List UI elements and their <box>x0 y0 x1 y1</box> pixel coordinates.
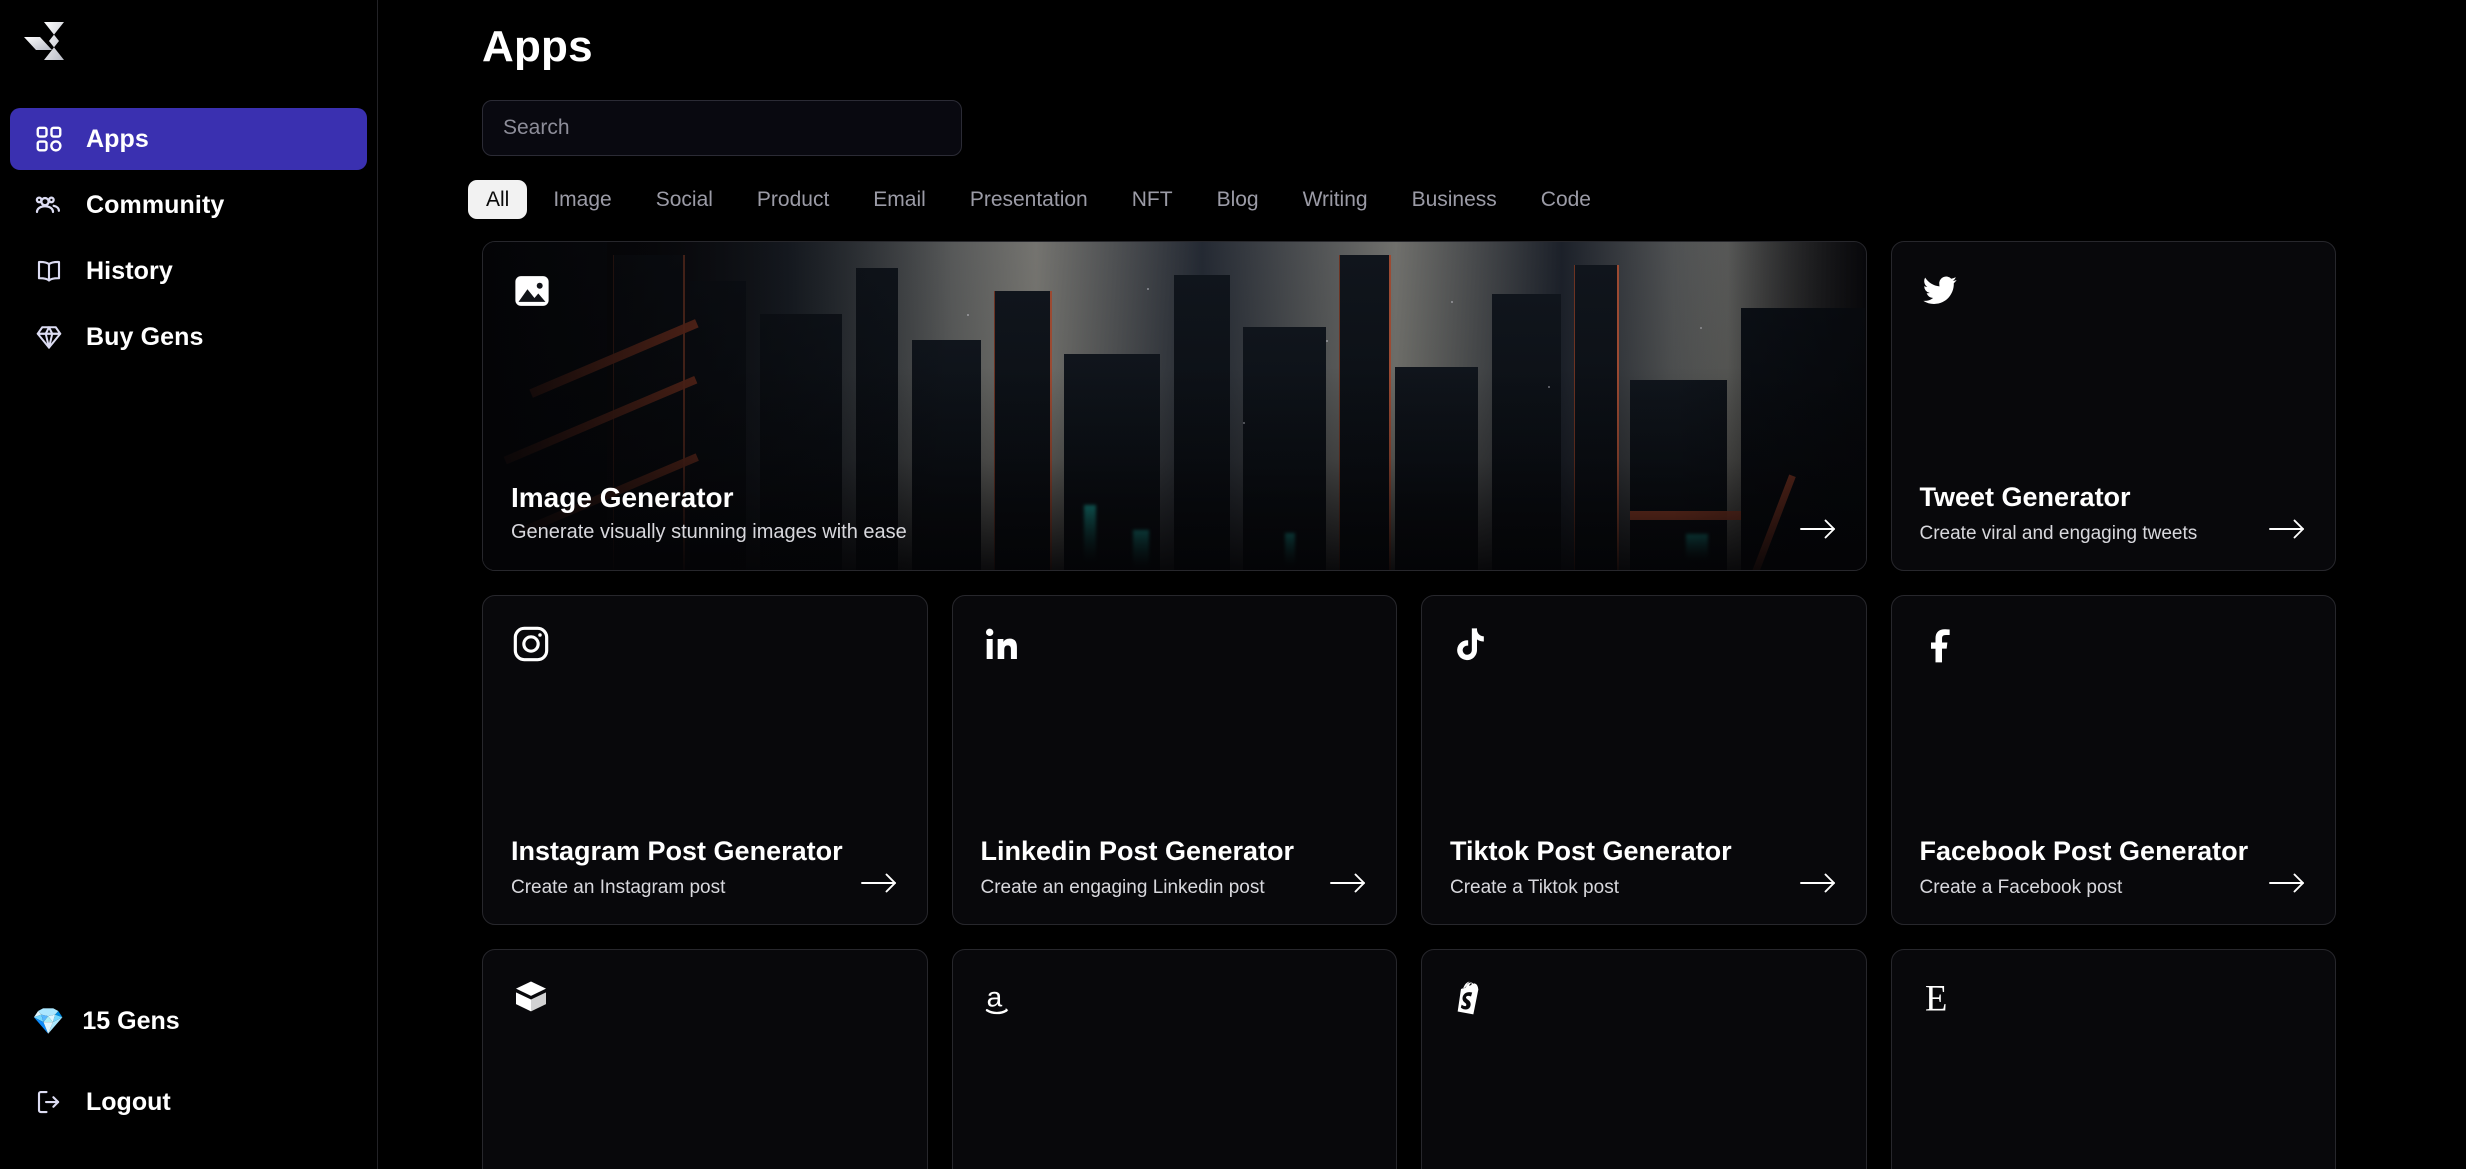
app-card-product-description-generator[interactable]: Product Description Generator <box>482 949 928 1169</box>
gem-icon: 💎 <box>32 1006 65 1036</box>
card-description: Create an Instagram post <box>511 876 726 898</box>
grid-icon <box>32 122 66 156</box>
logo-icon <box>24 22 64 60</box>
card-description: Create an engaging Linkedin post <box>980 876 1265 898</box>
facebook-icon <box>1920 624 1966 670</box>
sidebar-item-history[interactable]: History <box>10 240 367 302</box>
image-icon <box>511 270 557 316</box>
main-content: Apps All Image Social Product Email Pres… <box>378 0 2466 1169</box>
app-card-amazon-product-description-generator[interactable]: a Amazon Product Description Generator <box>951 949 1397 1169</box>
app-card-instagram-post-generator[interactable]: Instagram Post Generator Create an Insta… <box>482 595 928 925</box>
sidebar-item-apps[interactable]: Apps <box>10 108 367 170</box>
card-description: Create a Tiktok post <box>1450 876 1619 898</box>
tab-code[interactable]: Code <box>1523 180 1609 219</box>
tab-product[interactable]: Product <box>739 180 847 219</box>
tab-business[interactable]: Business <box>1394 180 1515 219</box>
box-icon <box>511 978 557 1024</box>
category-filter-tabs: All Image Social Product Email Presentat… <box>468 180 2336 219</box>
card-title: Facebook Post Generator <box>1919 836 2249 867</box>
card-description: Create a Facebook post <box>1919 876 2123 898</box>
community-icon <box>32 188 66 222</box>
search-input[interactable] <box>482 100 962 156</box>
card-title: Tiktok Post Generator <box>1450 836 1732 867</box>
arrow-right-icon[interactable] <box>1798 870 1838 900</box>
gens-balance: 💎 15 Gens <box>10 993 367 1049</box>
app-card-tiktok-post-generator[interactable]: Tiktok Post Generator Create a Tiktok po… <box>1421 595 1867 925</box>
app-card-grid: Image Generator Generate visually stunni… <box>482 241 2336 1169</box>
arrow-right-icon[interactable] <box>1328 870 1368 900</box>
tab-social[interactable]: Social <box>638 180 731 219</box>
sidebar-item-label: Buy Gens <box>86 322 204 351</box>
instagram-icon <box>511 624 557 670</box>
card-title: Image Generator <box>511 481 734 513</box>
sidebar-footer: 💎 15 Gens Logout <box>0 993 377 1169</box>
page-title: Apps <box>482 22 593 71</box>
app-card-image-generator[interactable]: Image Generator Generate visually stunni… <box>482 241 1867 571</box>
gens-balance-label: 15 Gens <box>82 1006 180 1035</box>
tab-email[interactable]: Email <box>855 180 944 219</box>
logout-button[interactable]: Logout <box>10 1071 367 1133</box>
tab-nft[interactable]: NFT <box>1114 180 1191 219</box>
linkedin-icon <box>981 624 1027 670</box>
tab-presentation[interactable]: Presentation <box>952 180 1106 219</box>
twitter-icon <box>1920 270 1966 316</box>
shopify-icon <box>1450 978 1496 1024</box>
tab-image[interactable]: Image <box>535 180 629 219</box>
app-logo[interactable] <box>0 0 377 84</box>
diamond-icon <box>32 320 66 354</box>
sidebar-nav: Apps Community History Buy Gens <box>0 108 377 372</box>
logout-label: Logout <box>86 1087 171 1116</box>
arrow-right-icon[interactable] <box>1798 516 1838 546</box>
card-title: Tweet Generator <box>1919 482 2131 513</box>
arrow-right-icon[interactable] <box>859 870 899 900</box>
app-card-tweet-generator[interactable]: Tweet Generator Create viral and engagin… <box>1890 241 2336 571</box>
svg-text:a: a <box>986 982 1002 1013</box>
tab-writing[interactable]: Writing <box>1285 180 1386 219</box>
sidebar-item-buy-gens[interactable]: Buy Gens <box>10 306 367 368</box>
arrow-right-icon[interactable] <box>2267 516 2307 546</box>
etsy-icon: E <box>1920 978 1966 1024</box>
app-card-facebook-post-generator[interactable]: Facebook Post Generator Create a Faceboo… <box>1890 595 2336 925</box>
sidebar-item-community[interactable]: Community <box>10 174 367 236</box>
card-title: Instagram Post Generator <box>511 836 843 867</box>
book-icon <box>32 254 66 288</box>
app-card-etsy-product-description-generator[interactable]: E Etsy Product Description Generator <box>1890 949 2336 1169</box>
sidebar-item-label: Apps <box>86 124 149 153</box>
tab-blog[interactable]: Blog <box>1199 180 1277 219</box>
sidebar: Apps Community History Buy Gens 💎 15 Gen… <box>0 0 378 1169</box>
card-description: Create viral and engaging tweets <box>1919 522 2198 544</box>
amazon-icon: a <box>981 978 1027 1024</box>
tiktok-icon <box>1450 624 1496 670</box>
svg-text:E: E <box>1925 978 1947 1019</box>
logout-icon <box>32 1085 66 1119</box>
sidebar-item-label: History <box>86 256 173 285</box>
card-title: Linkedin Post Generator <box>980 836 1295 867</box>
card-description: Generate visually stunning images with e… <box>511 521 907 544</box>
tab-all[interactable]: All <box>468 180 528 219</box>
app-card-shopify-product-description-generator[interactable]: Shopify Product Description Generator <box>1421 949 1867 1169</box>
arrow-right-icon[interactable] <box>2267 870 2307 900</box>
app-card-linkedin-post-generator[interactable]: Linkedin Post Generator Create an engagi… <box>951 595 1397 925</box>
sidebar-item-label: Community <box>86 190 225 219</box>
